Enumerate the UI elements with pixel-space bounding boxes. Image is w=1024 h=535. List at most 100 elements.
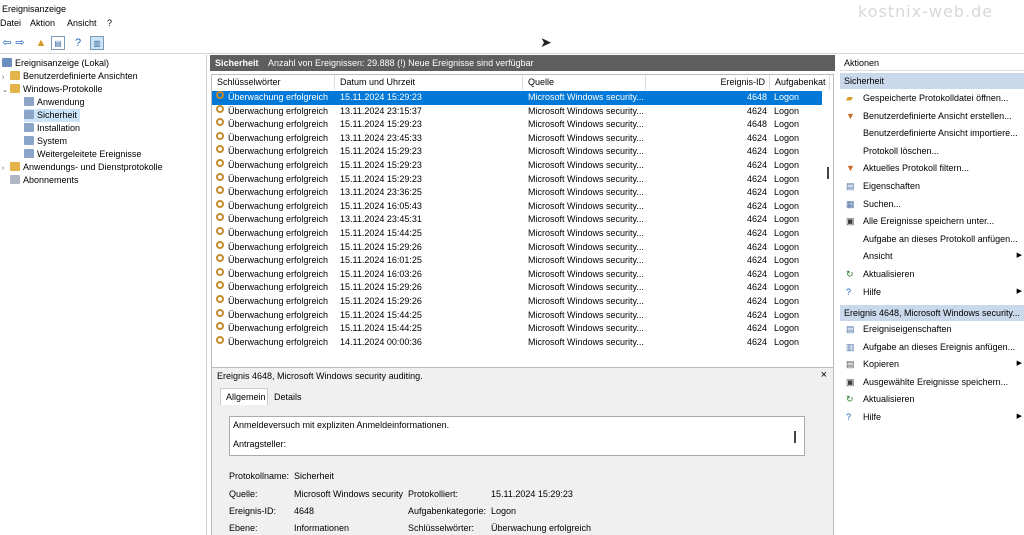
- action-pane-icon[interactable]: ▥: [90, 36, 104, 50]
- back-icon[interactable]: ⇦: [0, 36, 14, 50]
- table-row[interactable]: Überwachung erfolgreich 15.11.2024 15:29:…: [212, 159, 822, 173]
- table-row[interactable]: Überwachung erfolgreich 15.11.2024 15:44:…: [212, 227, 822, 241]
- action-item[interactable]: ▰ Gespeicherte Protokolldatei öffnen...: [840, 90, 1024, 106]
- tree-node-root[interactable]: Ereignisanzeige (Lokal): [2, 57, 109, 70]
- action-item[interactable]: ↻ Aktualisieren: [840, 391, 1024, 407]
- table-cell: 4624: [746, 132, 767, 143]
- close-icon[interactable]: ×: [821, 369, 827, 381]
- table-cell: Logon: [774, 241, 800, 252]
- table-row[interactable]: Überwachung erfolgreich 15.11.2024 15:44:…: [212, 308, 822, 323]
- menu-aktion[interactable]: Aktion: [30, 18, 55, 28]
- tree-node-forwarded[interactable]: Weitergeleitete Ereignisse: [24, 148, 141, 161]
- table-row[interactable]: Überwachung erfolgreich 15.11.2024 16:05:…: [212, 199, 822, 214]
- tab-allgemein[interactable]: Allgemein: [220, 388, 268, 405]
- tab-details[interactable]: Details: [268, 388, 308, 405]
- action-item[interactable]: ▣ Ausgewählte Ereignisse speichern...: [840, 374, 1024, 390]
- tree-node-installation[interactable]: Installation: [24, 122, 80, 135]
- table-row[interactable]: Überwachung erfolgreich 15.11.2024 15:29:…: [212, 118, 822, 132]
- table-row[interactable]: Überwachung erfolgreich 14.11.2024 00:00:…: [212, 335, 822, 350]
- action-item[interactable]: Protokoll löschen...: [840, 143, 1024, 159]
- table-cell: 4624: [746, 173, 767, 184]
- tree-node-custom-views[interactable]: › Benutzerdefinierte Ansichten: [2, 70, 138, 83]
- table-row[interactable]: Überwachung erfolgreich 15.11.2024 15:29:…: [212, 240, 822, 255]
- action-item[interactable]: Ansicht ▶: [840, 248, 1024, 264]
- menu-datei[interactable]: Datei: [0, 18, 21, 28]
- menu-ansicht[interactable]: Ansicht: [67, 18, 97, 28]
- tree-node-subscriptions[interactable]: Abonnements: [2, 174, 79, 187]
- actions-section-sicherheit[interactable]: Sicherheit: [840, 73, 1024, 89]
- table-row[interactable]: Überwachung erfolgreich 15.11.2024 16:01:…: [212, 254, 822, 268]
- actions-section-event[interactable]: Ereignis 4648, Microsoft Windows securit…: [840, 305, 1024, 321]
- table-row[interactable]: Überwachung erfolgreich 15.11.2024 15:29:…: [212, 295, 822, 309]
- action-label: Aktuelles Protokoll filtern...: [863, 163, 970, 174]
- table-row[interactable]: Überwachung erfolgreich 13.11.2024 23:45:…: [212, 213, 822, 227]
- tree-node-system[interactable]: System: [24, 135, 67, 148]
- table-row[interactable]: Überwachung erfolgreich 15.11.2024 15:29:…: [212, 91, 822, 105]
- table-row[interactable]: Überwachung erfolgreich 13.11.2024 23:45:…: [212, 131, 822, 146]
- table-cell: Microsoft Windows security...: [528, 228, 644, 238]
- action-item[interactable]: ▣ Alle Ereignisse speichern unter...: [840, 213, 1024, 229]
- field-value-level: Informationen: [294, 523, 350, 533]
- tree-node-anwendung[interactable]: Anwendung: [24, 96, 85, 109]
- action-item[interactable]: ▼ Benutzerdefinierte Ansicht erstellen...: [840, 108, 1024, 124]
- forward-icon[interactable]: ⇨: [13, 36, 27, 50]
- action-item[interactable]: ? Hilfe ▶: [840, 284, 1024, 300]
- help-icon: ?: [846, 286, 852, 297]
- description-scrollbar[interactable]: [794, 431, 796, 443]
- table-cell: 4624: [746, 336, 767, 347]
- table-cell: 4624: [746, 160, 767, 170]
- action-label: Alle Ereignisse speichern unter...: [863, 216, 995, 227]
- event-list[interactable]: Schlüsselwörter Datum und Uhrzeit Quelle…: [211, 74, 834, 414]
- column-header-task-category[interactable]: Aufgabenkat: [770, 75, 830, 90]
- table-cell: Logon: [774, 296, 800, 306]
- field-value-event-id: 4648: [294, 506, 315, 516]
- tree-node-app-service-logs[interactable]: › Anwendungs- und Dienstprotokolle: [2, 161, 163, 174]
- table-cell: 15.11.2024 15:29:26: [340, 296, 422, 306]
- collapse-icon[interactable]: ⌄: [2, 84, 10, 97]
- tree-node-windows-logs[interactable]: ⌄ Windows-Protokolle: [2, 83, 103, 96]
- table-cell: 4624: [746, 241, 767, 252]
- column-header-datetime[interactable]: Datum und Uhrzeit: [335, 75, 523, 90]
- menu-help[interactable]: ?: [107, 18, 112, 28]
- vertical-scrollbar[interactable]: [827, 167, 829, 179]
- console-tree-icon[interactable]: ▤: [51, 36, 65, 50]
- log-title: Sicherheit: [215, 58, 259, 68]
- action-item[interactable]: Benutzerdefinierte Ansicht importiere...: [840, 125, 1024, 141]
- table-row[interactable]: Überwachung erfolgreich 15.11.2024 15:29:…: [212, 281, 822, 295]
- filter-icon: ▼: [846, 163, 855, 174]
- table-cell: Logon: [774, 187, 800, 198]
- action-item[interactable]: ▼ Aktuelles Protokoll filtern...: [840, 160, 1024, 176]
- table-cell: Überwachung erfolgreich: [228, 132, 329, 143]
- action-label: Suchen...: [863, 198, 902, 209]
- column-header-keywords[interactable]: Schlüsselwörter: [212, 75, 335, 90]
- action-item[interactable]: Aufgabe an dieses Protokoll anfügen...: [840, 231, 1024, 247]
- table-row[interactable]: Überwachung erfolgreich 13.11.2024 23:36:…: [212, 186, 822, 200]
- table-row[interactable]: Überwachung erfolgreich 15.11.2024 15:44:…: [212, 322, 822, 336]
- up-folder-icon[interactable]: ▲: [34, 36, 48, 50]
- table-row[interactable]: Überwachung erfolgreich 15.11.2024 16:03:…: [212, 267, 822, 282]
- help-toolbar-icon[interactable]: ?: [71, 36, 85, 50]
- action-item[interactable]: ▤ Kopieren ▶: [840, 356, 1024, 372]
- action-item[interactable]: ? Hilfe ▶: [840, 409, 1024, 425]
- table-cell: 4624: [746, 296, 767, 306]
- column-header-event-id[interactable]: Ereignis-ID: [646, 75, 770, 90]
- action-label: Aufgabe an dieses Protokoll anfügen...: [863, 233, 1018, 244]
- action-item[interactable]: ▥ Aufgabe an dieses Ereignis anfügen...: [840, 339, 1024, 355]
- table-cell: Logon: [774, 255, 800, 266]
- event-description[interactable]: Anmeldeversuch mit expliziten Anmeldeinf…: [229, 416, 805, 456]
- submenu-arrow-icon: ▶: [1016, 413, 1022, 420]
- log-icon: [24, 123, 34, 132]
- tree-node-sicherheit[interactable]: Sicherheit: [24, 109, 81, 122]
- action-item[interactable]: ▤ Ereigniseigenschaften: [840, 321, 1024, 337]
- table-cell: Microsoft Windows security...: [528, 105, 644, 116]
- action-item[interactable]: ▤ Eigenschaften: [840, 178, 1024, 194]
- mouse-cursor-icon: ➤: [540, 34, 552, 50]
- action-item[interactable]: ↻ Aktualisieren: [840, 266, 1024, 282]
- table-cell: Überwachung erfolgreich: [228, 187, 329, 198]
- table-row[interactable]: Überwachung erfolgreich 15.11.2024 15:29:…: [212, 145, 822, 159]
- table-cell: Microsoft Windows security...: [528, 268, 644, 279]
- table-row[interactable]: Überwachung erfolgreich 15.11.2024 15:29:…: [212, 172, 822, 187]
- table-row[interactable]: Überwachung erfolgreich 13.11.2024 23:15:…: [212, 104, 822, 119]
- action-item[interactable]: ▦ Suchen...: [840, 196, 1024, 212]
- column-header-source[interactable]: Quelle: [523, 75, 646, 90]
